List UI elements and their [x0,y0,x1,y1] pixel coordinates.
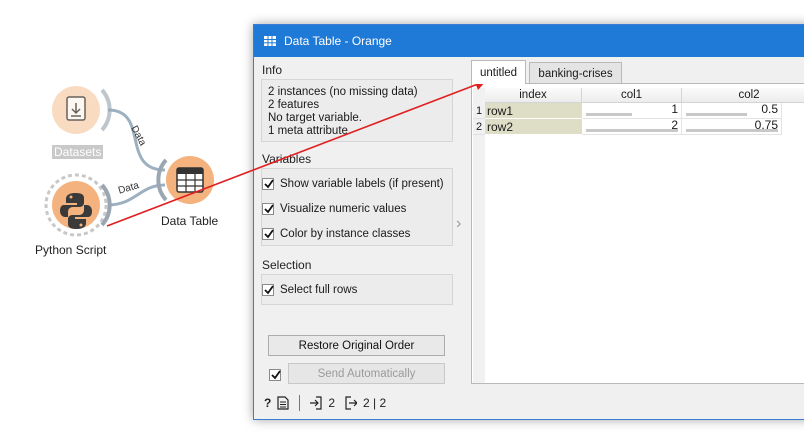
input-count: 2 [328,396,336,410]
info-line: 2 features [268,99,320,111]
row-number[interactable]: 2 [473,119,485,135]
selection-section-title: Selection [262,258,312,272]
color-by-class-checkbox[interactable] [262,228,274,240]
table-icon [264,36,276,46]
row-number[interactable]: 1 [473,103,485,119]
table-cell-col1[interactable]: 2 [582,119,682,135]
info-section-title: Info [262,63,283,77]
report-icon[interactable] [277,396,289,410]
send-automatically-button[interactable]: Send Automatically [288,363,445,384]
data-table-view[interactable]: index col1 col2 1 row1 1 0.5 2 row2 2 0.… [471,83,804,384]
status-separator [299,395,301,411]
check-icon [264,229,274,239]
tab-untitled[interactable]: untitled [471,60,526,84]
check-icon [264,179,274,189]
check-icon [264,285,274,295]
info-line: No target variable. [268,112,362,124]
output-count: 2 | 2 [363,396,387,410]
visualize-numeric-option[interactable]: Visualize numeric values [262,203,406,215]
select-full-rows-checkbox[interactable] [262,284,274,296]
cell-value: 1 [671,102,678,116]
data-table-node-label: Data Table [161,214,219,228]
restore-original-order-button[interactable]: Restore Original Order [268,335,445,356]
help-icon[interactable]: ? [264,396,271,410]
cell-value: 0.5 [761,102,778,116]
numeric-bar [686,129,778,132]
input-icon [310,396,322,410]
datasets-node-label: Datasets [52,145,104,159]
info-line: 2 instances (no missing data) [268,86,418,98]
status-bar: ? 2 2 | 2 [264,395,386,411]
show-variable-labels-label: Show variable labels (if present) [280,178,444,190]
visualize-numeric-label: Visualize numeric values [280,203,407,215]
file-import-icon [66,96,86,121]
send-automatically-checkbox[interactable] [269,369,281,381]
table-cell-index[interactable]: row1 [485,103,582,119]
window-title: Data Table - Orange [284,34,392,48]
select-full-rows-label: Select full rows [280,284,358,296]
table-icon [176,167,204,193]
color-by-class-label: Color by instance classes [280,228,411,240]
table-cell-col1[interactable]: 1 [582,103,682,119]
numeric-bar [686,113,748,116]
python-script-node-label: Python Script [35,243,107,257]
table-cell-col2[interactable]: 0.5 [682,103,782,119]
variables-section-title: Variables [262,152,312,166]
show-variable-labels-checkbox[interactable] [262,178,274,190]
collapse-panel-arrow-icon[interactable]: › [456,215,461,233]
data-table-window[interactable]: Data Table - Orange Info 2 instances (no… [253,24,804,420]
color-by-class-option[interactable]: Color by instance classes [262,228,410,240]
table-cell-index[interactable]: row2 [485,119,582,135]
info-line: 1 meta attribute [268,125,348,137]
visualize-numeric-checkbox[interactable] [262,203,274,215]
tab-banking-crises[interactable]: banking-crises [529,62,622,84]
column-header-col2[interactable]: col2 [682,88,804,103]
info-box: 2 instances (no missing data) 2 features… [261,79,453,142]
output-icon [345,396,358,410]
numeric-bar [586,129,678,132]
check-icon [271,370,281,380]
numeric-bar [586,113,632,116]
show-variable-labels-option[interactable]: Show variable labels (if present) [262,178,444,190]
column-header-index[interactable]: index [485,88,582,103]
window-titlebar[interactable]: Data Table - Orange [254,25,804,57]
select-full-rows-option[interactable]: Select full rows [262,284,357,296]
column-header-col1[interactable]: col1 [582,88,682,103]
table-cell-col2[interactable]: 0.75 [682,119,782,135]
check-icon [264,204,274,214]
